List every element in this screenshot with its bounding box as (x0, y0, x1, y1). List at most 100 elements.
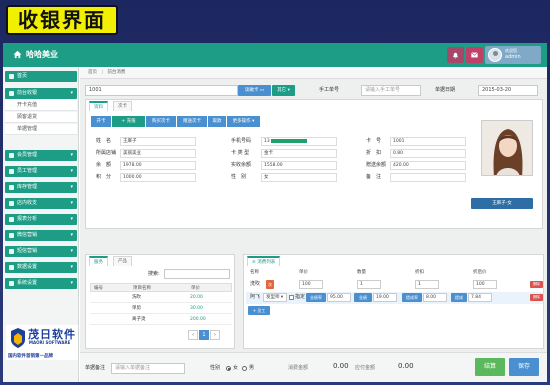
sidebar-item-home[interactable]: 首页 (5, 71, 77, 82)
table-row[interactable]: 离子烫 200.00 (90, 315, 232, 325)
table-row[interactable]: 洗吹 20.00 (90, 293, 232, 303)
tab-products[interactable]: 产品 (113, 256, 132, 266)
sidebar-subitem-returns[interactable]: 顾客退货 (5, 112, 77, 123)
withdraw-button[interactable]: 取款 (208, 116, 226, 127)
sidebar-item-staff[interactable]: 员工管理 ▾ (5, 166, 77, 177)
gender-male-radio[interactable] (242, 366, 247, 371)
tab-services[interactable]: 服务 (89, 256, 108, 266)
info-value (390, 173, 466, 182)
add-staff-button[interactable]: + 员工 (248, 306, 270, 315)
breadcrumb-separator: | (101, 70, 103, 75)
service-list-panel: 服务 产品 搜索: 编号 项目名称 单价 洗吹 20.00 单剪 30.00 离… (85, 254, 235, 349)
payable-value: 0.00 (398, 362, 414, 370)
tab-label: 服务 (94, 260, 103, 265)
service-search-input[interactable] (164, 269, 230, 279)
perf-input[interactable]: 19.00 (373, 293, 397, 302)
sidebar-item-members[interactable]: 会员管理 ▾ (5, 150, 77, 161)
sidebar-item-cashier[interactable]: 前台收银 ▾ (5, 88, 77, 99)
gender-female-radio[interactable] (226, 366, 231, 371)
open-card-button[interactable]: 开卡 (91, 116, 111, 127)
sidebar-item-sms[interactable]: 短信营销 ▾ (5, 246, 77, 257)
column-header-price: 单价 (191, 286, 200, 291)
sidebar-item-system-settings[interactable]: 系统设置 ▾ (5, 278, 77, 289)
main-content: 首页 | 前台消费 1001 读磁卡 ▭ 其它 ▾ 手工单号 请输入手工单号 单… (80, 67, 547, 382)
other-button[interactable]: 其它 ▾ (272, 85, 295, 96)
settle-button[interactable]: 结算 (475, 358, 505, 376)
tab-times-card[interactable]: 次卡 (113, 101, 132, 111)
chevron-down-icon: ▾ (70, 248, 73, 254)
more-actions-button[interactable]: 更多操作 ▾ (227, 116, 260, 127)
item-qty-input[interactable]: 1 (357, 280, 381, 289)
home-icon (9, 74, 14, 79)
manual-number-input[interactable]: 请输入手工单号 (361, 85, 421, 96)
item-price-input[interactable]: 100 (299, 280, 323, 289)
buy-times-card-button[interactable]: 购买次卡 (146, 116, 176, 127)
bell-icon (453, 52, 458, 59)
chevron-down-icon: ▾ (70, 184, 73, 190)
info-key: 姓 名 (96, 138, 112, 144)
delete-staff-button[interactable]: 删除 (530, 294, 543, 301)
tab-label: 产品 (118, 259, 127, 264)
notification-button[interactable] (447, 47, 464, 63)
info-gender: 性 别女 (231, 172, 341, 183)
gift-times-card-button[interactable]: 赠送次卡 (177, 116, 207, 127)
column-header-qty: 数量 (357, 270, 366, 275)
total-value: 0.00 (333, 362, 349, 370)
sidebar-item-label: 数据设置 (17, 264, 38, 270)
sidebar-item-label: 系统设置 (17, 280, 38, 286)
tab-consumption-list[interactable]: ≡ 消费列表 (247, 256, 281, 266)
perf-rate-input[interactable]: 95.00 (327, 293, 351, 302)
breadcrumb-current: 前台消费 (107, 70, 126, 75)
info-value: 1000.00 (120, 173, 196, 182)
comm-rate-input[interactable]: 8.00 (423, 293, 447, 302)
delete-item-button[interactable]: 删除 (530, 281, 543, 288)
user-menu[interactable]: 欢迎您 admin (485, 46, 541, 64)
read-card-button[interactable]: 读磁卡 ▭ (238, 85, 271, 96)
breadcrumb-home[interactable]: 首页 (88, 70, 97, 75)
sidebar: 首页 前台收银 ▾ 开卡充值 顾客退货 单据管理 会员管理 ▾ 员工管理 ▾ 库存管… (3, 67, 79, 382)
breadcrumb: 首页 | 前台消费 (80, 67, 547, 79)
pager-prev[interactable]: ‹ (188, 330, 198, 340)
info-key: 备 注 (366, 174, 382, 180)
vendor-logo-icon (11, 328, 25, 348)
inventory-icon (9, 185, 14, 190)
staff-role-select[interactable]: 发型师 ▾ (263, 293, 287, 302)
column-header-name: 名称 (250, 270, 259, 275)
table-row[interactable]: 单剪 30.00 (90, 304, 232, 314)
sidebar-subitem-orders[interactable]: 单据管理 (5, 124, 77, 135)
finance-icon (9, 201, 14, 206)
item-final-input[interactable]: 100 (473, 280, 497, 289)
sidebar-item-wechat[interactable]: 微信营销 ▾ (5, 230, 77, 241)
info-balance: 余 额 1978.00 (96, 160, 206, 171)
staff-role-value: 发型师 (266, 295, 280, 300)
save-button[interactable]: 保存 (509, 358, 539, 376)
brand[interactable]: 哈哈美业 (13, 49, 58, 60)
sidebar-subitem-open-card[interactable]: 开卡充值 (5, 100, 77, 111)
info-value: 1978.00 (120, 161, 196, 170)
column-header-final: 折后价 (473, 270, 487, 275)
service-search-label: 搜索: (148, 271, 160, 277)
pager-next[interactable]: › (210, 330, 220, 340)
sidebar-item-finance[interactable]: 店内收支 ▾ (5, 198, 77, 209)
recharge-button[interactable]: + 充值 (112, 116, 145, 127)
info-key: 余 额 (96, 162, 112, 168)
bill-note-input[interactable]: 请输入单据备注 (111, 363, 185, 374)
manual-number-label: 手工单号 (319, 87, 340, 93)
info-value: 金卡 (261, 149, 337, 158)
card-number-input[interactable]: 1001 (85, 85, 238, 96)
sidebar-item-data-settings[interactable]: 数据设置 ▾ (5, 262, 77, 273)
item-discount-input[interactable]: 1 (415, 280, 439, 289)
pager-page[interactable]: 1 (199, 330, 209, 340)
consumption-item-name: 洗吹 (250, 281, 261, 287)
appoint-checkbox[interactable] (289, 295, 294, 300)
sidebar-item-reports[interactable]: 报表分析 ▾ (5, 214, 77, 225)
mail-icon (471, 52, 478, 58)
tab-profile[interactable]: 资料 (89, 101, 108, 111)
bill-date-input[interactable]: 2015-03-20 (478, 85, 538, 96)
sidebar-item-inventory[interactable]: 库存管理 ▾ (5, 182, 77, 193)
payable-label: 应付金额 (355, 365, 376, 371)
cashier-icon (9, 91, 14, 96)
comm-input[interactable]: 7.84 (468, 293, 492, 302)
sidebar-subitem-label: 单据管理 (17, 126, 38, 132)
message-button[interactable] (466, 47, 483, 63)
